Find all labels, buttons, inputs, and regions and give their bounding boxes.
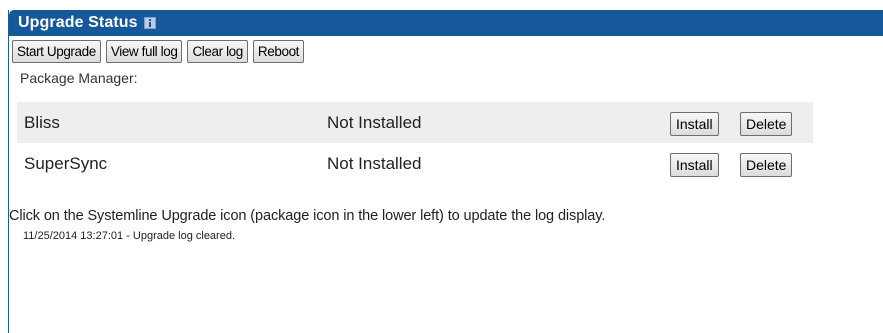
package-manager-label: Package Manager: [20,70,138,86]
package-list: Bliss Not Installed Install Delete Super… [17,102,813,184]
package-row-bliss: Bliss Not Installed Install Delete [17,102,813,143]
log-hint-text: Click on the Systemline Upgrade icon (pa… [9,208,606,224]
log-entry: 11/25/2014 13:27:01 - Upgrade log cleare… [23,230,236,242]
panel-title: Upgrade Status [18,14,138,31]
clear-log-button[interactable]: Clear log [187,40,248,63]
package-name: SuperSync [24,153,108,173]
toolbar: Start Upgrade View full log Clear log Re… [9,36,883,63]
package-status: Not Installed [327,153,422,173]
panel-header: Upgrade Status [9,10,883,36]
install-button[interactable]: Install [670,112,719,136]
package-row-supersync: SuperSync Not Installed Install Delete [17,143,813,184]
delete-button[interactable]: Delete [740,112,793,136]
delete-button[interactable]: Delete [740,153,793,177]
upgrade-log: 11/25/2014 13:27:01 - Upgrade log cleare… [23,230,883,242]
install-button[interactable]: Install [670,153,719,177]
reboot-button[interactable]: Reboot [252,40,305,63]
start-upgrade-button[interactable]: Start Upgrade [12,40,101,63]
upgrade-status-panel: Upgrade Status Start Upgrade View full l… [8,10,883,333]
info-icon[interactable] [143,17,156,29]
view-full-log-button[interactable]: View full log [105,40,183,63]
package-status: Not Installed [327,112,422,132]
package-name: Bliss [24,112,60,132]
